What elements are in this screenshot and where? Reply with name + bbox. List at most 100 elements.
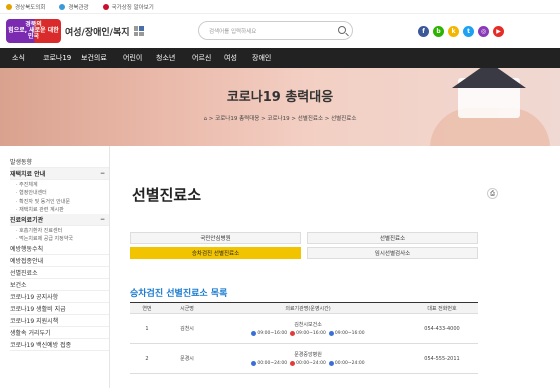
youtube-icon[interactable]: ▶ — [493, 26, 504, 37]
schedule-time: 00:00~24:00 — [296, 361, 326, 366]
top-utility-bar: 경상북도의회 경북관광 국가상징 알아보기 — [0, 0, 560, 14]
sidebar-item-label: 코로나19 공지사항 — [10, 294, 59, 301]
nav-item-children[interactable]: 어린이 — [123, 53, 156, 63]
sidebar-item-label: 코로나19 생활비 지급 — [10, 306, 66, 313]
clock-icon — [328, 331, 334, 336]
clinic-table: 연번 시군명 의료기관명(운영시간) 대표 전화번호 1 김천시 김천시보건소 09:… — [130, 302, 478, 374]
sidebar-item-label: · 호흡기환자 진료센터 — [16, 227, 63, 234]
clock-icon — [251, 361, 257, 366]
schedule-item: 09:00~16:00 — [290, 331, 326, 336]
nav-item-health[interactable]: 보건의료 — [81, 53, 123, 63]
blog-icon[interactable]: b — [433, 26, 444, 37]
schedule-time: 09:00~16:00 — [334, 331, 365, 336]
sidebar-item[interactable]: 보건소 — [10, 279, 109, 291]
sidebar-subitem[interactable]: · 협정안내센터 — [10, 189, 109, 198]
row-phone: 054-555-2011 — [406, 343, 478, 374]
col-header: 연번 — [130, 302, 164, 314]
sidebar-item-label: 생활속 거리두기 — [10, 330, 51, 337]
schedule-item: 09:00~16:00 — [328, 331, 365, 336]
clock-icon — [328, 361, 334, 366]
facebook-icon[interactable]: f — [418, 26, 429, 37]
row-facility: 김천시보건소 09:00~16:00 09:00~16:00 09:00~16:00 — [210, 313, 406, 344]
print-icon[interactable]: ⎙ — [487, 188, 498, 199]
breadcrumb: ⌂ > 코로나19 총력대응 > 코로나19 > 선별진료소 > 선별진료소 — [203, 116, 357, 122]
sidebar-item[interactable]: 생활속 거리두기 — [10, 327, 109, 339]
sidebar-subitem[interactable]: · 재택치료 관련 계시판 — [10, 206, 109, 215]
clock-icon — [251, 331, 257, 336]
sidebar: 발생동향재택치료 안내 − · 주진체계 · 협정안내센터 · 확진자 및 동거인 안내… — [0, 146, 110, 388]
topbar-link-label: 국가상징 알아보기 — [111, 4, 154, 11]
sidebar-item-label: 코로나19 백신예방 접종 — [10, 342, 72, 349]
nav-item-covid19[interactable]: 코로나19 — [43, 53, 81, 63]
sidebar-item[interactable]: 예방행동수칙 — [10, 243, 109, 255]
collapse-icon[interactable]: − — [100, 216, 105, 223]
collapse-icon[interactable]: − — [100, 170, 105, 177]
instagram-icon[interactable]: ◎ — [478, 26, 489, 37]
nav-item-disabled[interactable]: 장애인 — [252, 53, 286, 63]
topbar-link-0[interactable]: 경상북도의회 — [6, 3, 45, 11]
clock-icon — [290, 361, 296, 366]
sidebar-item[interactable]: 코로나19 공지사항 — [10, 291, 109, 303]
sidebar-item-label: · 재택치료 관련 계시판 — [16, 207, 64, 214]
sidebar-item[interactable]: 선별진료소 — [10, 267, 109, 279]
row-city: 김천시 — [164, 313, 210, 344]
kakao-icon[interactable]: k — [448, 26, 459, 37]
sidebar-item-label: 재택치료 안내 — [10, 171, 46, 178]
row-number: 2 — [130, 343, 164, 374]
sidebar-subitem[interactable]: · 주진체계 — [10, 180, 109, 189]
clock-icon — [290, 331, 296, 336]
sidebar-item[interactable]: 코로나19 지원시책 — [10, 315, 109, 327]
sidebar-item-label: 진료의료기관 — [10, 217, 44, 224]
schedule-time: 00:00~24:00 — [257, 361, 288, 366]
schedule-time: 00:00~24:00 — [334, 361, 365, 366]
sidebar-item[interactable]: 코로나19 생활비 지급 — [10, 303, 109, 315]
tab-drive-thru[interactable]: 승차검진 선별진료소 — [130, 247, 301, 259]
topbar-link-2[interactable]: 국가상징 알아보기 — [102, 3, 154, 11]
facility-name[interactable]: 김천시보건소 — [210, 321, 406, 328]
tab-screening-clinic[interactable]: 선별진료소 — [307, 232, 478, 244]
site-logo[interactable]: 경북의 힘으로, 새로운 대한민국 — [6, 19, 61, 43]
schedule-time: 09:00~16:00 — [296, 331, 326, 336]
sidebar-group[interactable]: 진료의료기관 − — [10, 214, 109, 226]
sidebar-item[interactable]: 코로나19 백신예방 접종 — [10, 339, 109, 351]
sidebar-item[interactable]: 예방접종안내 — [10, 255, 109, 267]
sidebar-group[interactable]: 재택치료 안내 − — [10, 168, 109, 180]
main-content: 선별진료소 ⎙ 국민안심병원 선별진료소 승차검진 선별진료소 임시선별검사소 … — [110, 146, 560, 388]
row-number: 1 — [130, 313, 164, 344]
hero-banner: 코로나19 총력대응 ⌂ > 코로나19 총력대응 > 코로나19 > 선별진료… — [0, 68, 560, 146]
nav-item-news[interactable]: 소식 — [12, 53, 43, 63]
sidebar-subitem[interactable]: · 먹는치료제 공급 지정약국 — [10, 235, 109, 244]
sidebar-item-label: · 주진체계 — [16, 181, 38, 188]
nav-item-seniors[interactable]: 어르신 — [192, 53, 224, 63]
main-navigation: 소식 코로나19 보건의료 어린이 청소년 어르신 여성 장애인 — [0, 48, 560, 68]
nav-item-women[interactable]: 여성 — [224, 53, 252, 63]
twitter-icon[interactable]: t — [463, 26, 474, 37]
nav-item-youth[interactable]: 청소년 — [156, 53, 192, 63]
table-row: 2 문경시 문경중앙병원 00:00~24:00 00:00~24:00 00:00~24… — [130, 343, 478, 374]
sidebar-item[interactable]: 발생동향 — [10, 156, 109, 168]
site-name[interactable]: 여성/장애인/복지 — [65, 25, 130, 38]
row-phone: 054-433-4000 — [406, 313, 478, 344]
schedule-time: 09:00~16:00 — [257, 331, 288, 336]
flag-icon — [102, 3, 109, 10]
col-header: 의료기관명(운영시간) — [210, 302, 406, 314]
topbar-link-label: 경상북도의회 — [15, 4, 46, 11]
search-icon[interactable] — [338, 26, 346, 34]
search-input[interactable]: 검색어를 입력하세요 — [198, 21, 353, 40]
sidebar-item-label: 코로나19 지원시책 — [10, 318, 59, 325]
sidebar-item-label: · 협정안내센터 — [16, 190, 47, 197]
page-title: 선별진료소 — [132, 186, 202, 204]
tourism-icon — [59, 3, 66, 10]
tab-safe-hospital[interactable]: 국민안심병원 — [130, 232, 301, 244]
topbar-link-1[interactable]: 경북관광 — [59, 3, 89, 11]
sidebar-item-label: · 먹는치료제 공급 지정약국 — [16, 236, 73, 243]
hero-title: 코로나19 총력대응 — [226, 90, 334, 105]
schedule-item: 00:00~24:00 — [251, 361, 287, 366]
sidebar-subitem[interactable]: · 호흡기환자 진료센터 — [10, 226, 109, 235]
tab-temporary-test-site[interactable]: 임시선별검사소 — [307, 247, 478, 259]
logo-line: 힘으로, 새로운 — [8, 26, 46, 34]
col-header: 대표 전화번호 — [406, 302, 478, 314]
sidebar-subitem[interactable]: · 확진자 및 동거인 안내문 — [10, 197, 109, 206]
facility-name[interactable]: 문경중앙병원 — [210, 351, 406, 358]
row-city: 문경시 — [164, 343, 210, 374]
